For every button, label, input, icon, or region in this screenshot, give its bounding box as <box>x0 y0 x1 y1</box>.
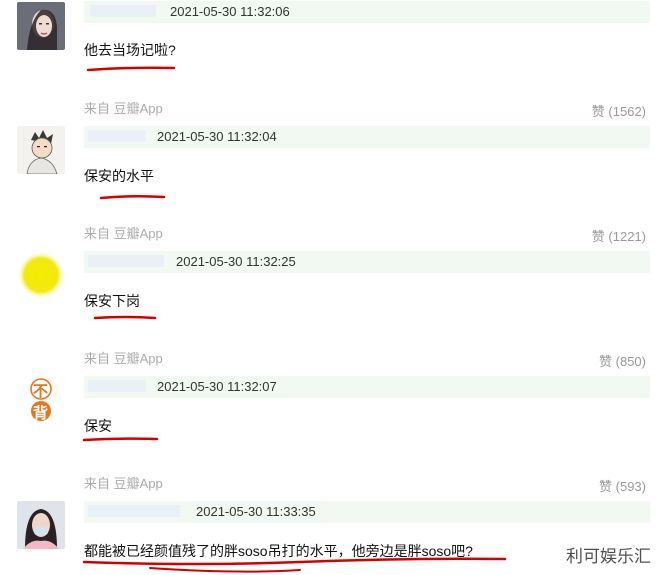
watermark: 利可娱乐汇 <box>566 547 651 566</box>
red-underline-mark <box>82 557 507 573</box>
